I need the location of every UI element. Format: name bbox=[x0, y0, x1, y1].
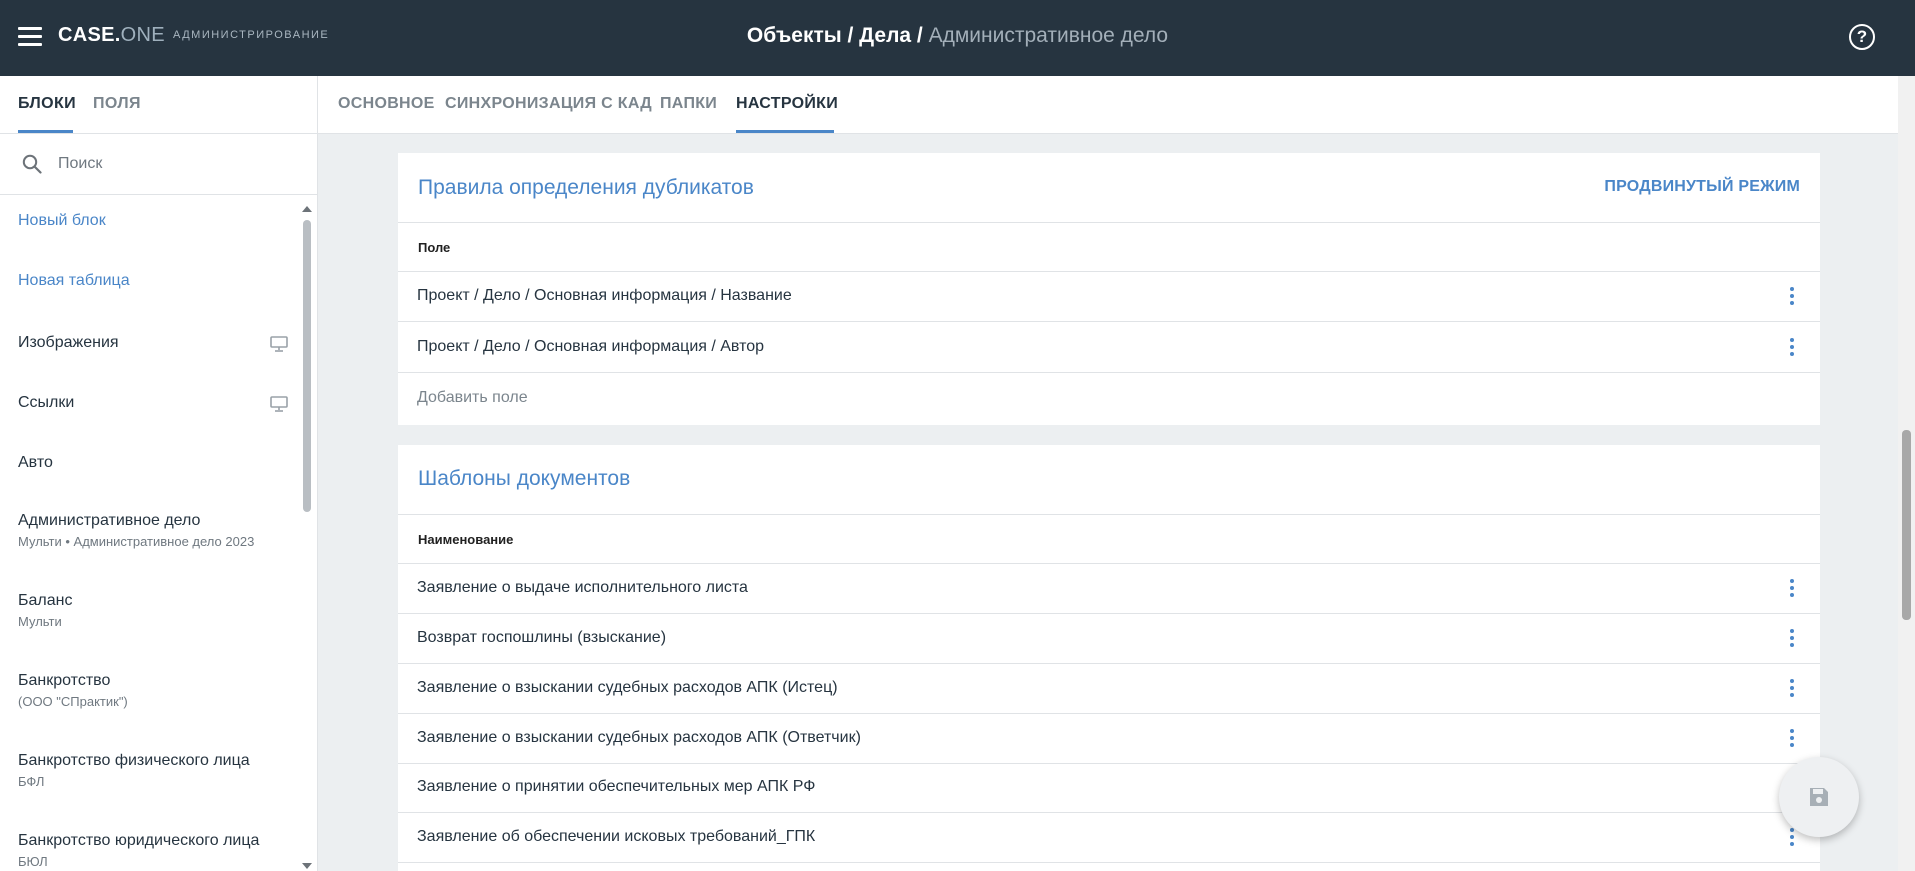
duplicates-title: Правила определения дубликатов bbox=[418, 176, 754, 199]
add-field-row[interactable]: Добавить поле bbox=[398, 374, 1820, 424]
sidebar-item-new-table[interactable]: Новая таблица bbox=[18, 272, 288, 290]
main-tabs: ОСНОВНОЕ СИНХРОНИЗАЦИЯ С КАД ПАПКИ НАСТР… bbox=[318, 76, 1898, 134]
scroll-down-icon[interactable] bbox=[302, 863, 312, 869]
save-icon bbox=[1810, 788, 1828, 806]
more-vert-icon[interactable] bbox=[1790, 828, 1794, 848]
active-tab-indicator bbox=[18, 130, 73, 133]
more-vert-icon[interactable] bbox=[1790, 629, 1794, 649]
scroll-up-icon[interactable] bbox=[302, 206, 312, 212]
breadcrumb-current: Административное дело bbox=[928, 24, 1169, 47]
tab-main[interactable]: ОСНОВНОЕ bbox=[338, 95, 435, 113]
table-row: Возврат госпошлины (взыскание) bbox=[398, 614, 1820, 664]
block-list: Новый блок Новая таблица Изображения Ссы… bbox=[0, 196, 300, 871]
duplicates-card: Правила определения дубликатов ПРОДВИНУТ… bbox=[398, 153, 1820, 425]
sidebar-item-auto[interactable]: Авто bbox=[18, 454, 288, 472]
more-vert-icon[interactable] bbox=[1790, 338, 1794, 358]
more-vert-icon[interactable] bbox=[1790, 679, 1794, 699]
table-row: Заявление о взыскании судебных расходов … bbox=[398, 664, 1820, 714]
monitor-icon bbox=[270, 336, 288, 352]
tab-sync-kad[interactable]: СИНХРОНИЗАЦИЯ С КАД bbox=[445, 95, 652, 113]
tab-settings[interactable]: НАСТРОЙКИ bbox=[736, 95, 838, 113]
table-row: Проект / Дело / Основная информация / На… bbox=[398, 272, 1820, 322]
monitor-icon bbox=[270, 396, 288, 412]
page-scrollbar[interactable] bbox=[1898, 76, 1915, 871]
breadcrumb: Объекты / Дела / Административное дело bbox=[0, 24, 1915, 48]
templates-column-header: Наименование bbox=[398, 514, 1820, 564]
sidebar-item-links[interactable]: Ссылки bbox=[18, 394, 288, 412]
duplicates-column-header: Поле bbox=[398, 222, 1820, 272]
sidebar-item-bankruptcy[interactable]: Банкротство (ООО "СПрактик") bbox=[18, 672, 288, 709]
table-row: Проект / Дело / Основная информация / Ав… bbox=[398, 323, 1820, 373]
tab-blocks[interactable]: БЛОКИ bbox=[18, 95, 76, 113]
breadcrumb-path[interactable]: Объекты / Дела / bbox=[747, 24, 929, 47]
advanced-mode-button[interactable]: ПРОДВИНУТЫЙ РЕЖИМ bbox=[1604, 178, 1800, 196]
top-bar: CASE.ONE АДМИНИСТРИРОВАНИЕ Объекты / Дел… bbox=[0, 0, 1915, 76]
sidebar: БЛОКИ ПОЛЯ Новый блок Новая таблица Изоб… bbox=[0, 76, 318, 871]
save-button[interactable] bbox=[1779, 757, 1859, 837]
more-vert-icon[interactable] bbox=[1790, 729, 1794, 749]
help-icon[interactable]: ? bbox=[1849, 24, 1875, 50]
sidebar-item-bankruptcy-individual[interactable]: Банкротство физического лица БФЛ bbox=[18, 752, 288, 789]
sidebar-scrollbar[interactable] bbox=[300, 204, 314, 871]
sidebar-item-new-block[interactable]: Новый блок bbox=[18, 212, 288, 230]
search-bar bbox=[0, 134, 317, 195]
templates-title: Шаблоны документов bbox=[418, 467, 631, 490]
templates-card: Шаблоны документов Наименование Заявлени… bbox=[398, 445, 1820, 871]
table-row: Заявление о принятии обеспечительных мер… bbox=[398, 763, 1820, 813]
table-row: Заявление о выдаче исполнительного листа bbox=[398, 564, 1820, 614]
table-row: Заявление о взыскании судебных расходов … bbox=[398, 714, 1820, 764]
table-row: Заявление об обеспечении исковых требова… bbox=[398, 813, 1820, 863]
sidebar-scroll-thumb[interactable] bbox=[303, 220, 311, 512]
sidebar-item-balance[interactable]: Баланс Мульти bbox=[18, 592, 288, 629]
sidebar-item-admin-case[interactable]: Административное дело Мульти • Администра… bbox=[18, 512, 288, 549]
more-vert-icon[interactable] bbox=[1790, 287, 1794, 307]
sidebar-tabs: БЛОКИ ПОЛЯ bbox=[0, 76, 317, 134]
page-scroll-thumb[interactable] bbox=[1902, 430, 1911, 620]
more-vert-icon[interactable] bbox=[1790, 579, 1794, 599]
tab-folders[interactable]: ПАПКИ bbox=[660, 95, 717, 113]
sidebar-item-images[interactable]: Изображения bbox=[18, 334, 288, 352]
search-input[interactable] bbox=[58, 152, 298, 176]
sidebar-item-bankruptcy-legal[interactable]: Банкротство юридического лица БЮЛ bbox=[18, 832, 288, 869]
active-tab-indicator bbox=[736, 130, 834, 133]
add-field-button[interactable]: Добавить поле bbox=[417, 389, 528, 407]
search-icon bbox=[22, 154, 42, 174]
tab-fields[interactable]: ПОЛЯ bbox=[93, 95, 141, 113]
